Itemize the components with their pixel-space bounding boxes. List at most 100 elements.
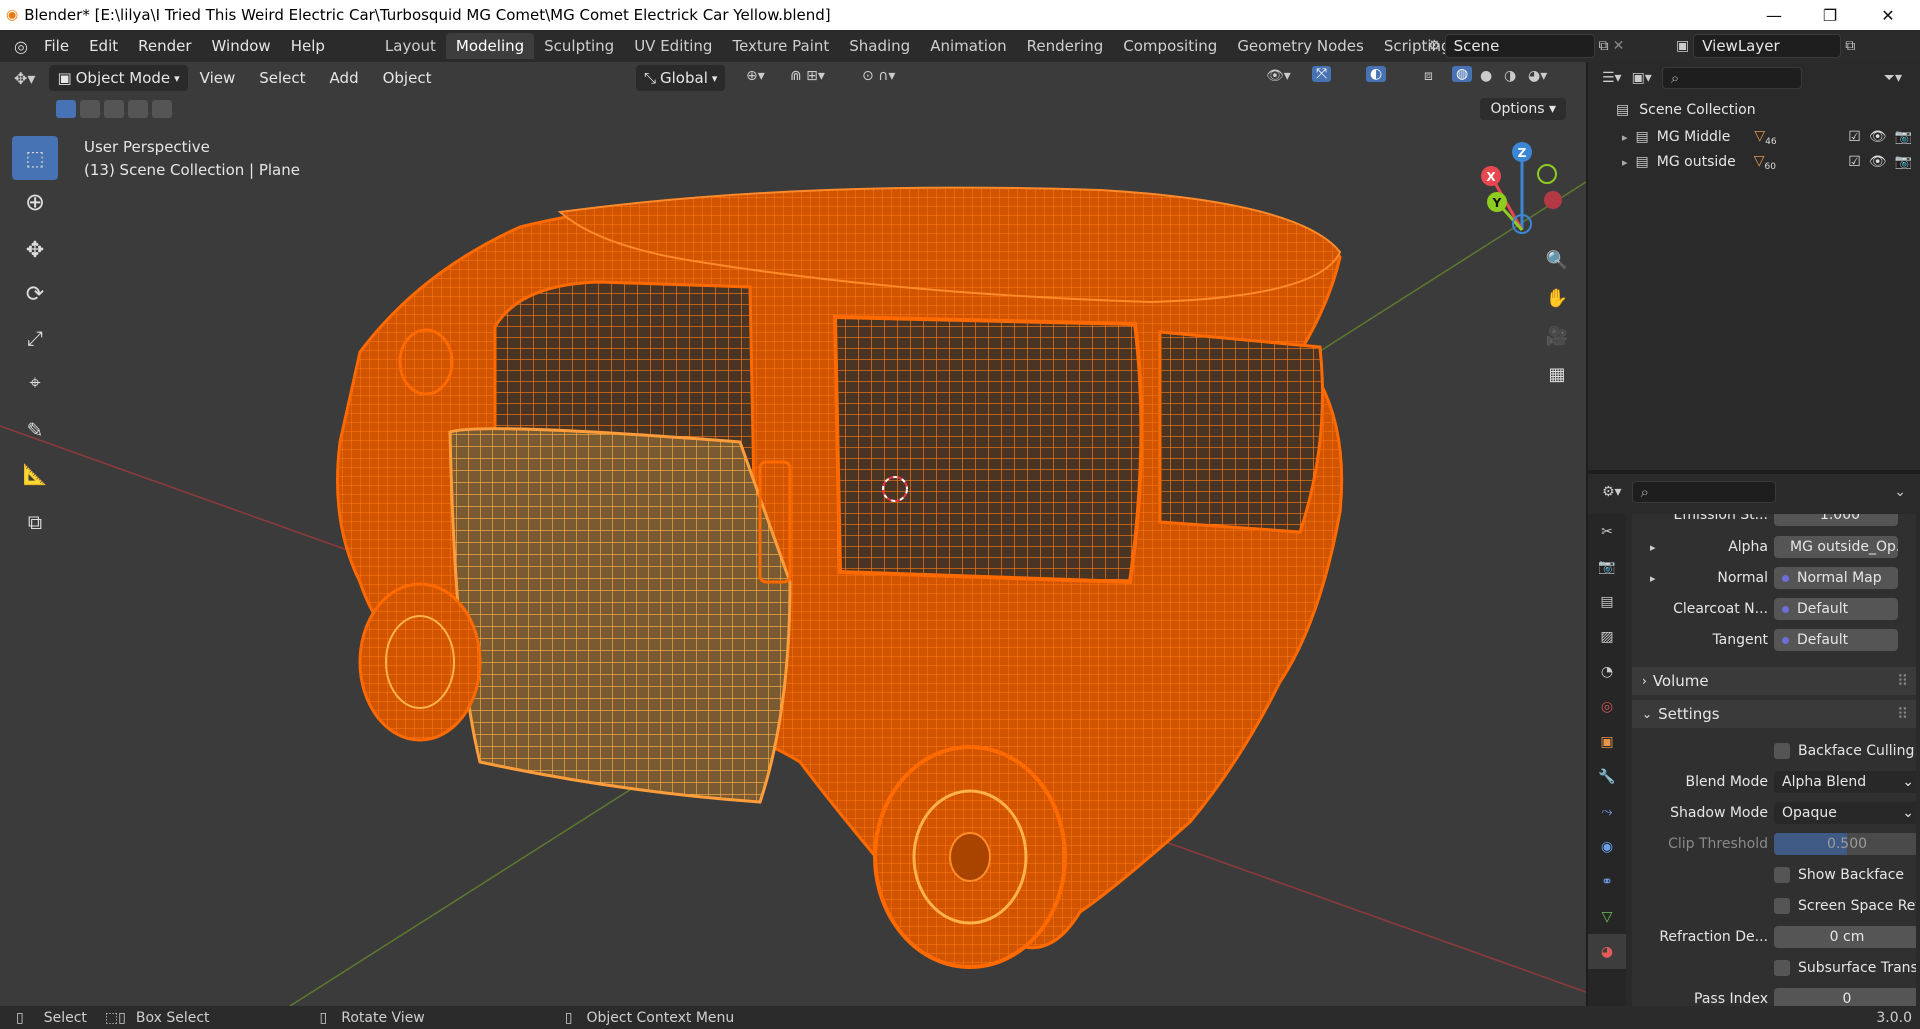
ortho-toggle-button[interactable]: ▦	[1540, 356, 1574, 392]
tab-constraints[interactable]: ⚭	[1588, 864, 1626, 899]
eye-icon[interactable]: 👁	[1869, 154, 1887, 170]
rotate-tool[interactable]: ⟳	[12, 272, 58, 316]
refraction-depth-field[interactable]: 0 cm	[1774, 926, 1916, 948]
pass-index-field[interactable]: 0	[1774, 988, 1916, 1006]
display-mode-icon[interactable]: ▣▾	[1632, 70, 1652, 86]
select-new-icon[interactable]	[56, 100, 76, 118]
emission-strength-field[interactable]: 1.000	[1774, 514, 1898, 526]
move-tool[interactable]: ✥	[12, 228, 58, 272]
tab-layout[interactable]: Layout	[375, 33, 446, 59]
transform-tool[interactable]: ⌖	[12, 360, 58, 404]
backface-culling-checkbox[interactable]	[1774, 743, 1790, 759]
3d-viewport[interactable]: Z X Y ✥▾ ▣ Object Mode ▾ View Select Add…	[0, 62, 1586, 1006]
scene-selector[interactable]: Scene	[1444, 34, 1595, 58]
menu-window[interactable]: Window	[202, 37, 281, 55]
render-camera-icon[interactable]: 📷	[1895, 129, 1912, 145]
add-cube-tool[interactable]: ⧉	[12, 500, 58, 544]
chevron-down-icon[interactable]: ⌄	[1894, 484, 1906, 500]
camera-view-button[interactable]: 🎥	[1540, 318, 1574, 354]
properties-search-input[interactable]: ⌕	[1631, 481, 1776, 503]
tab-tool[interactable]: ✂	[1588, 514, 1626, 549]
shading-wireframe-icon[interactable]: ◍	[1452, 66, 1473, 82]
snap-icon[interactable]: ⋒ ⊞▾	[790, 68, 825, 84]
tab-texture-paint[interactable]: Texture Paint	[722, 33, 839, 59]
tab-rendering[interactable]: Rendering	[1017, 33, 1114, 59]
tab-sculpting[interactable]: Sculpting	[534, 33, 624, 59]
shading-solid-icon[interactable]: ●	[1480, 68, 1492, 84]
alpha-socket-field[interactable]: MG outside_Op...	[1774, 536, 1898, 558]
blender-menu-icon[interactable]: ◎	[14, 37, 28, 56]
tab-physics[interactable]: ◉	[1588, 829, 1626, 864]
exclude-checkbox[interactable]: ☑	[1848, 154, 1861, 170]
select-extend-icon[interactable]	[80, 100, 100, 118]
tab-material[interactable]: ◕	[1588, 934, 1626, 969]
options-button[interactable]: Options ▾	[1480, 98, 1566, 120]
tab-compositing[interactable]: Compositing	[1113, 33, 1227, 59]
tab-data[interactable]: ▽	[1588, 899, 1626, 934]
menu-add[interactable]: Add	[318, 69, 371, 87]
cursor-tool[interactable]: ⊕	[12, 180, 58, 224]
menu-object[interactable]: Object	[371, 69, 444, 87]
orientation-selector[interactable]: ⤡ Global ▾	[636, 65, 726, 91]
delete-scene-icon[interactable]: ✕	[1613, 38, 1625, 54]
subsurface-translucency-checkbox[interactable]	[1774, 960, 1790, 976]
outliner-item-mg-outside[interactable]: ▸ ▤ MG outside ▽60 ☑ 👁 📷	[1622, 153, 1912, 172]
properties-editor-icon[interactable]: ⚙▾	[1602, 484, 1622, 500]
viewlayer-selector[interactable]: ViewLayer	[1693, 34, 1842, 58]
expand-arrow-icon[interactable]: ▸	[1622, 131, 1628, 144]
tab-geometry-nodes[interactable]: Geometry Nodes	[1227, 33, 1374, 59]
tab-shading[interactable]: Shading	[839, 33, 920, 59]
shading-material-icon[interactable]: ◑	[1504, 68, 1516, 84]
expand-arrow-icon[interactable]: ▸	[1650, 541, 1656, 554]
tab-animation[interactable]: Animation	[920, 33, 1016, 59]
select-invert-icon[interactable]	[128, 100, 148, 118]
expand-arrow-icon[interactable]: ▸	[1622, 156, 1628, 169]
minimize-button[interactable]: —	[1746, 0, 1802, 30]
scene-browse-icon[interactable]: ⚙	[1428, 38, 1441, 54]
mode-selector[interactable]: ▣ Object Mode ▾	[49, 65, 188, 91]
outliner-editor-icon[interactable]: ☰▾	[1602, 70, 1622, 86]
settings-panel-header[interactable]: ⌄ Settings ⠿	[1632, 700, 1916, 728]
proportional-edit-icon[interactable]: ⊙ ∩▾	[862, 68, 895, 84]
menu-select[interactable]: Select	[247, 69, 317, 87]
tab-world[interactable]: ◎	[1588, 689, 1626, 724]
xray-toggle-icon[interactable]: ⧈	[1424, 68, 1433, 84]
select-box-tool[interactable]: ⬚	[12, 136, 58, 180]
pivot-icon[interactable]: ⊕▾	[746, 68, 765, 84]
visibility-icon[interactable]: 👁▾	[1266, 68, 1291, 84]
clip-threshold-slider[interactable]: 0.500	[1774, 833, 1916, 855]
shadow-mode-dropdown[interactable]: Opaque ⌄	[1774, 802, 1916, 824]
outliner-search-input[interactable]: ⌕	[1661, 67, 1802, 89]
expand-arrow-icon[interactable]: ▸	[1650, 572, 1656, 585]
scale-tool[interactable]: ⤢	[12, 316, 58, 360]
eye-icon[interactable]: 👁	[1869, 129, 1887, 145]
tab-uv-editing[interactable]: UV Editing	[624, 33, 722, 59]
blend-mode-dropdown[interactable]: Alpha Blend ⌄	[1774, 771, 1916, 793]
annotate-tool[interactable]: ✎	[12, 408, 58, 452]
drag-handle-icon[interactable]: ⠿	[1897, 705, 1908, 723]
menu-edit[interactable]: Edit	[79, 37, 128, 55]
new-scene-icon[interactable]: ⧉	[1599, 38, 1609, 54]
select-intersect-icon[interactable]	[152, 100, 172, 118]
outliner-item-mg-middle[interactable]: ▸ ▤ MG Middle ▽46 ☑ 👁 📷	[1622, 128, 1912, 147]
tab-output[interactable]: ▤	[1588, 584, 1626, 619]
drag-handle-icon[interactable]: ⠿	[1897, 672, 1908, 690]
scene-collection-row[interactable]: ▤ Scene Collection	[1616, 102, 1756, 118]
tab-render[interactable]: 📷	[1588, 549, 1626, 584]
restore-button[interactable]: ❐	[1802, 0, 1858, 30]
menu-file[interactable]: File	[34, 37, 79, 55]
menu-help[interactable]: Help	[281, 37, 335, 55]
zoom-button[interactable]: 🔍	[1540, 242, 1574, 278]
tab-modifiers[interactable]: 🔧	[1588, 759, 1626, 794]
tab-object[interactable]: ▣	[1588, 724, 1626, 759]
tab-particles[interactable]: ⤳	[1588, 794, 1626, 829]
overlay-toggle-icon[interactable]: ◐	[1366, 66, 1387, 82]
tab-modeling[interactable]: Modeling	[445, 33, 535, 59]
normal-socket-field[interactable]: Normal Map	[1774, 567, 1898, 589]
gizmo-toggle-icon[interactable]: ⤧	[1312, 66, 1332, 82]
new-viewlayer-icon[interactable]: ⧉	[1845, 38, 1855, 54]
shading-rendered-icon[interactable]: ◕▾	[1528, 68, 1547, 84]
tangent-socket-field[interactable]: Default	[1774, 629, 1898, 651]
select-subtract-icon[interactable]	[104, 100, 124, 118]
measure-tool[interactable]: 📐	[12, 452, 58, 496]
